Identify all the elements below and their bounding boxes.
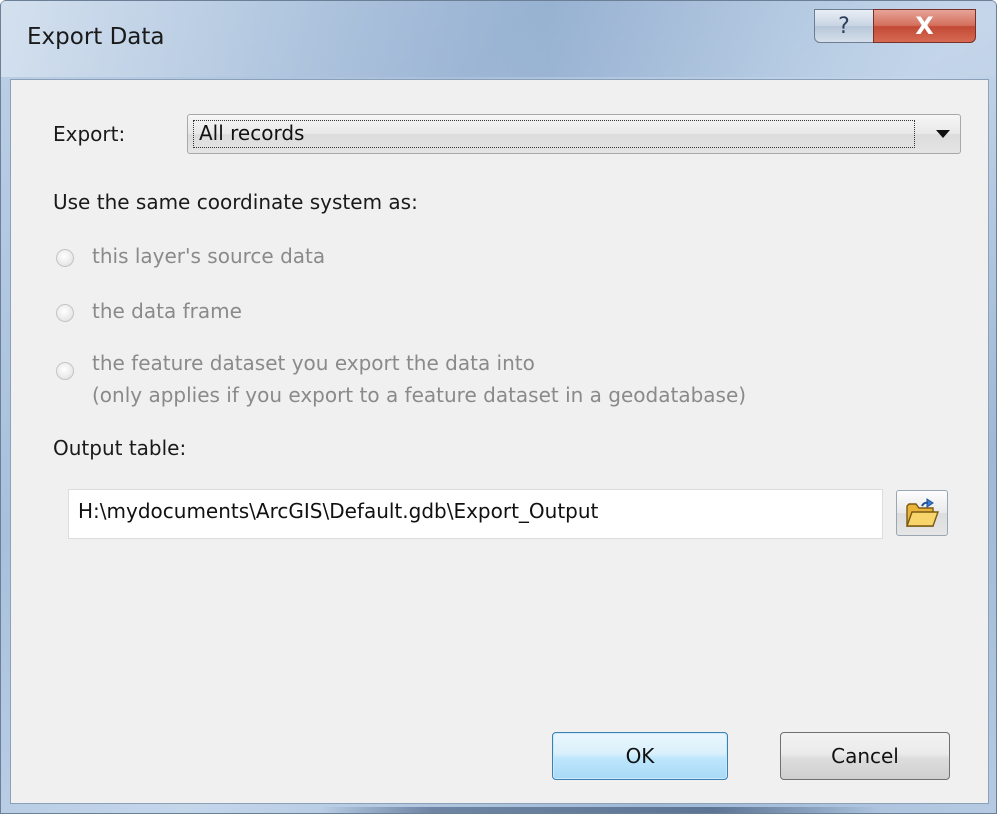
radio-feature-dataset-label: the feature dataset you export the data … <box>92 351 535 375</box>
dialog-body: Export: All records Use the same coordin… <box>10 79 989 804</box>
radio-data-frame-label: the data frame <box>92 299 242 323</box>
cancel-button[interactable]: Cancel <box>780 732 950 780</box>
help-button[interactable]: ? <box>814 9 874 43</box>
export-label: Export: <box>53 122 126 146</box>
close-icon: X <box>915 12 934 40</box>
radio-feature-dataset-note: (only applies if you export to a feature… <box>92 383 747 407</box>
output-table-label: Output table: <box>53 436 187 460</box>
radio-feature-dataset[interactable] <box>56 362 74 380</box>
browse-button[interactable] <box>896 490 948 536</box>
output-table-field[interactable]: H:\mydocuments\ArcGIS\Default.gdb\Export… <box>68 489 883 539</box>
radio-source-data[interactable] <box>56 249 74 267</box>
chevron-down-icon[interactable] <box>936 130 950 138</box>
export-data-dialog: Export Data ? X Export: All records Use … <box>0 0 997 814</box>
help-icon: ? <box>838 13 850 39</box>
export-dropdown[interactable]: All records <box>187 114 961 154</box>
radio-source-data-label: this layer's source data <box>92 244 326 268</box>
export-selected-value: All records <box>199 121 305 145</box>
radio-data-frame[interactable] <box>56 304 74 322</box>
open-folder-icon <box>906 498 939 527</box>
window-title: Export Data <box>27 24 165 50</box>
window-bottom-edge <box>321 807 881 813</box>
close-button[interactable]: X <box>873 9 976 43</box>
ok-button[interactable]: OK <box>552 732 728 780</box>
coordinate-system-heading: Use the same coordinate system as: <box>53 190 418 214</box>
title-bar[interactable]: Export Data ? X <box>1 1 996 77</box>
